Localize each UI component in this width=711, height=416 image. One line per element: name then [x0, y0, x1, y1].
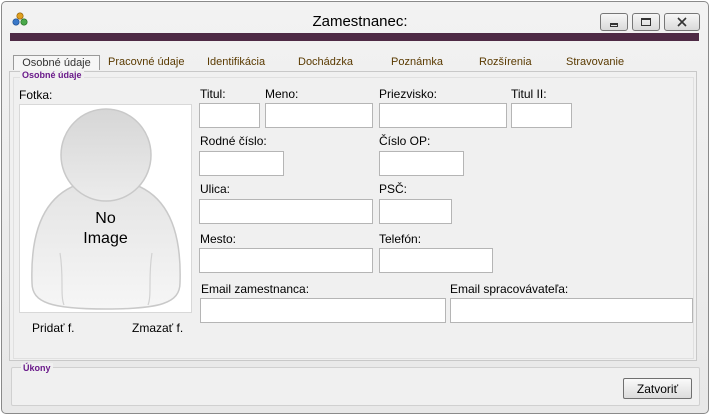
tab-identifikacia[interactable]: Identifikácia [207, 56, 265, 68]
tab-dochadzka[interactable]: Dochádzka [298, 56, 353, 68]
tab-pracovne-udaje[interactable]: Pracovné údaje [108, 56, 184, 68]
actions-group-label: Úkony [21, 363, 53, 373]
meno-field[interactable] [265, 103, 373, 128]
titul-field[interactable] [199, 103, 260, 128]
actions-group [11, 367, 700, 406]
titul-label: Titul: [200, 87, 226, 101]
maximize-icon [641, 18, 651, 26]
close-button[interactable]: Zatvoriť [623, 378, 692, 399]
tab-stravovanie[interactable]: Stravovanie [566, 56, 624, 68]
delete-photo-button[interactable]: Zmazať f. [132, 321, 183, 335]
meno-label: Meno: [265, 87, 299, 101]
email-zamestnanca-label: Email zamestnanca: [201, 282, 310, 296]
telefon-label: Telefón: [379, 232, 422, 246]
tab-rozsirenia[interactable]: Rozšírenia [479, 56, 532, 68]
titlebar[interactable]: Zamestnanec: [2, 2, 708, 34]
psc-label: PSČ: [379, 182, 408, 196]
psc-field[interactable] [379, 199, 452, 224]
priezvisko-label: Priezvisko: [379, 87, 438, 101]
minimize-icon [610, 22, 618, 27]
tab-poznamka[interactable]: Poznámka [391, 56, 443, 68]
close-icon [677, 17, 687, 27]
personal-group-label: Osobné údaje [20, 70, 84, 80]
rodne-cislo-field[interactable] [199, 151, 284, 176]
email-zamestnanca-field[interactable] [200, 298, 446, 323]
close-window-button[interactable] [664, 13, 700, 31]
titul2-label: Titul II: [511, 87, 547, 101]
minimize-button[interactable] [600, 13, 628, 31]
photo-frame: No Image [19, 104, 192, 313]
mesto-field[interactable] [199, 248, 373, 273]
cislo-op-label: Číslo OP: [379, 134, 431, 148]
email-spracovavatela-field[interactable] [450, 298, 693, 323]
no-image-text: No Image [20, 209, 191, 249]
cislo-op-field[interactable] [379, 151, 464, 176]
tab-bar: Osobné údaje Pracovné údaje Identifikáci… [10, 55, 700, 72]
accent-bar [10, 33, 699, 41]
ulica-label: Ulica: [200, 182, 231, 196]
rodne-cislo-label: Rodné číslo: [200, 134, 267, 148]
no-image-line-1: No [95, 210, 116, 227]
maximize-button[interactable] [632, 13, 660, 31]
ulica-field[interactable] [199, 199, 373, 224]
priezvisko-field[interactable] [379, 103, 507, 128]
titul2-field[interactable] [511, 103, 572, 128]
add-photo-button[interactable]: Pridať f. [32, 321, 75, 335]
email-spracovavatela-label: Email spracovávateľa: [450, 282, 569, 296]
mesto-label: Mesto: [200, 232, 237, 246]
tab-osobne-udaje[interactable]: Osobné údaje [13, 55, 100, 70]
photo-label: Fotka: [19, 88, 53, 102]
telefon-field[interactable] [379, 248, 493, 273]
no-image-line-2: Image [83, 230, 128, 247]
